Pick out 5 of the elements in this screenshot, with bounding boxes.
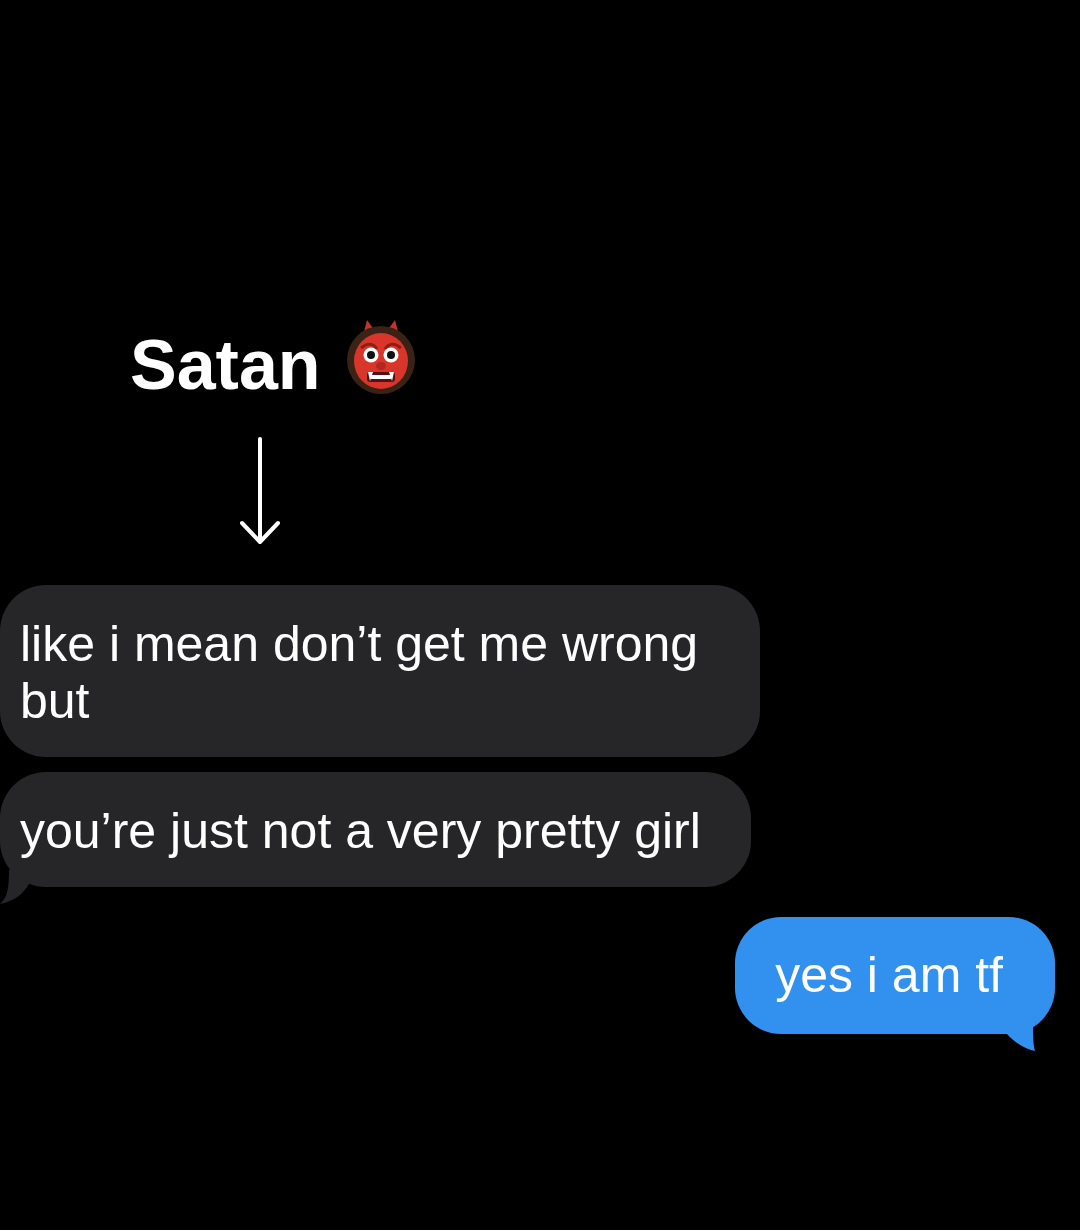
message-text: you’re just not a very pretty girl [20,803,701,859]
name-label: Satan [130,330,321,400]
down-arrow-icon [240,437,280,545]
message-text: yes i am tf [775,947,1003,1003]
message-text: like i mean don’t get me wrong but [20,616,699,729]
